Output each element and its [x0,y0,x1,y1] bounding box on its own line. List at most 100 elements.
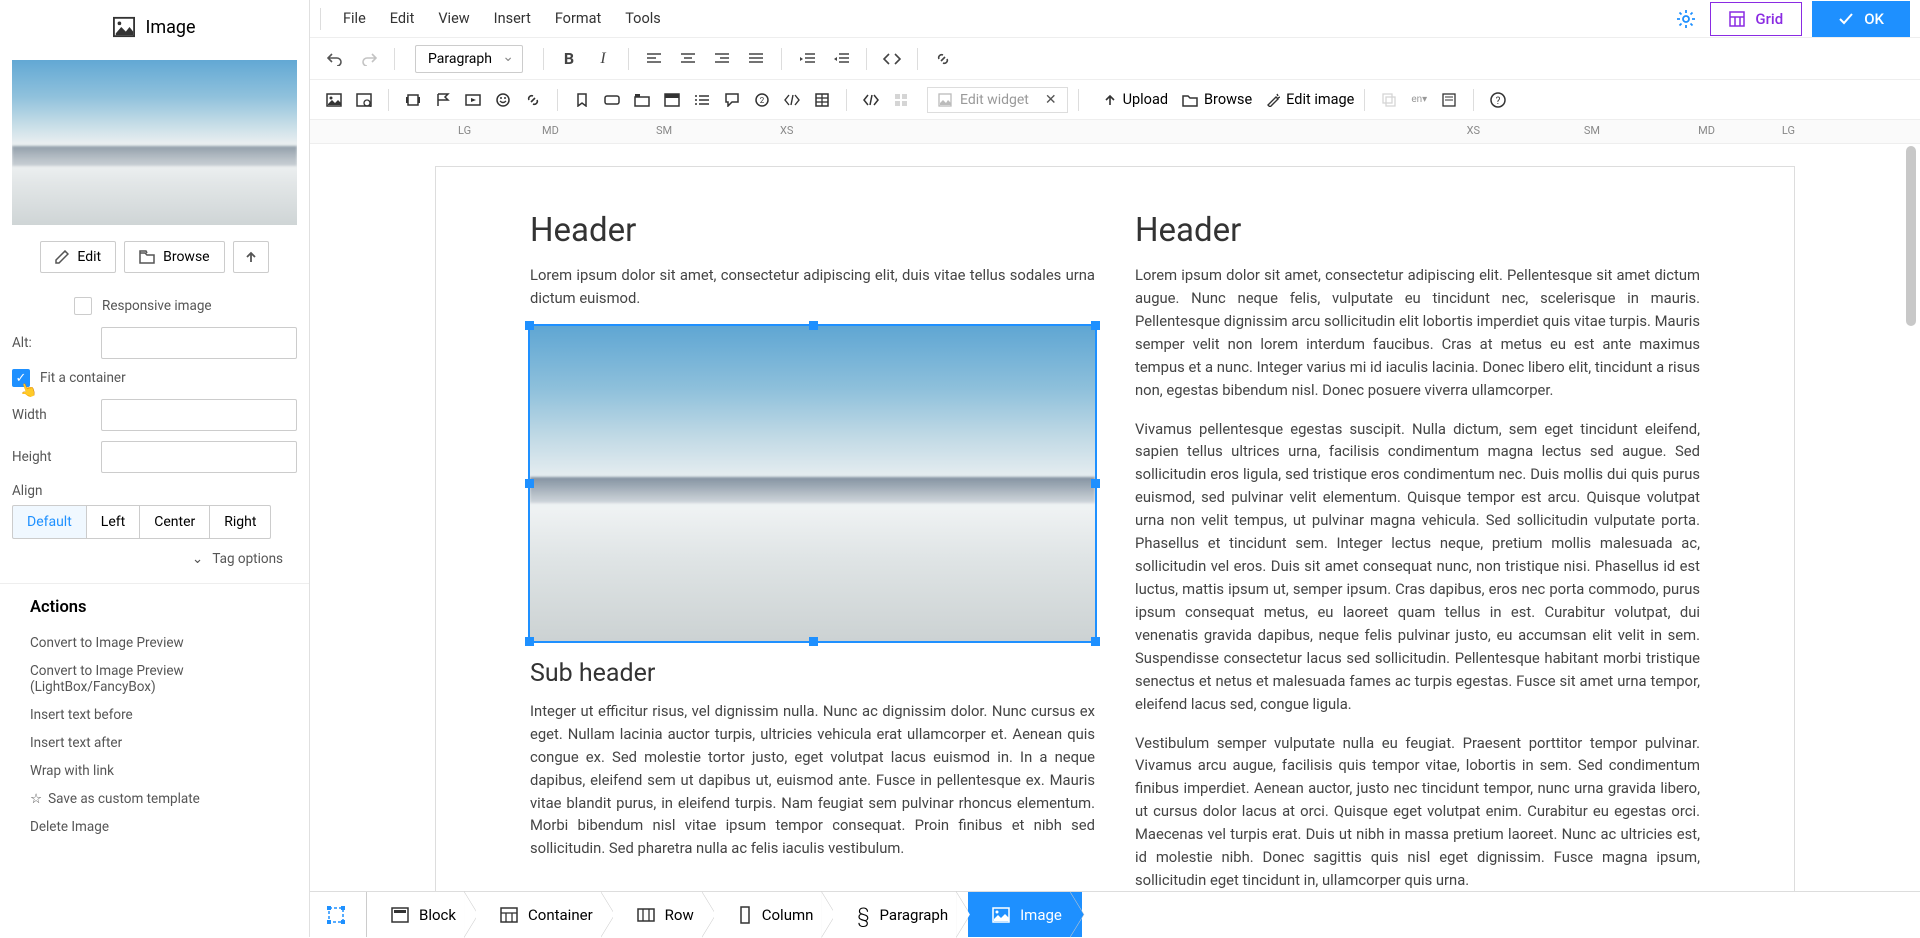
close-icon[interactable]: ✕ [1045,92,1057,108]
breadcrumb-paragraph[interactable]: § Paragraph [833,892,968,937]
breadcrumb-select[interactable] [310,892,366,937]
alt-input[interactable] [101,327,297,359]
header-1[interactable]: Header [530,211,1095,250]
link-button[interactable] [928,44,958,74]
resize-handle-tl[interactable] [525,321,534,330]
breadcrumb-block[interactable]: Block [366,892,476,937]
insert-embed-button[interactable] [778,86,806,114]
resize-handle-bl[interactable] [525,637,534,646]
insert-counter-button[interactable]: 2 [748,86,776,114]
resize-handle-tm[interactable] [809,321,818,330]
insert-icon-button[interactable] [489,86,517,114]
align-center[interactable]: Center [140,505,210,539]
resize-handle-bm[interactable] [809,637,818,646]
ok-button[interactable]: OK [1812,1,1910,37]
browse-button-tb[interactable]: Browse [1182,91,1252,108]
menu-file[interactable]: File [331,4,378,33]
redo-button[interactable] [354,44,384,74]
insert-table-button[interactable] [808,86,836,114]
paragraph-2[interactable]: Integer ut efficitur risus, vel dignissi… [530,700,1095,860]
grid-button[interactable]: Grid [1710,2,1802,36]
action-convert-lightbox[interactable]: Convert to Image Preview (LightBox/Fancy… [30,657,279,701]
insert-html-button[interactable] [857,86,885,114]
insert-flag-button[interactable] [429,86,457,114]
responsive-checkbox[interactable] [74,297,92,315]
pencil-icon [55,250,69,264]
align-justify-button[interactable] [741,44,771,74]
insert-comment-button[interactable] [718,86,746,114]
width-input[interactable] [101,399,297,431]
menu-view[interactable]: View [426,4,481,33]
action-insert-after[interactable]: Insert text after [30,729,279,757]
insert-widget-button[interactable] [887,86,915,114]
language-button[interactable]: en▾ [1405,86,1433,114]
align-left-button[interactable] [639,44,669,74]
fit-container-row[interactable]: ✓ 👆 Fit a container [12,369,297,387]
upload-button[interactable] [233,241,269,273]
insert-slider-button[interactable] [399,86,427,114]
editor-canvas[interactable]: Header Lorem ipsum dolor sit amet, conse… [310,144,1920,891]
breadcrumb-container[interactable]: Container [476,892,613,937]
insert-preview-button[interactable] [350,86,378,114]
paragraph-1[interactable]: Lorem ipsum dolor sit amet, consectetur … [530,264,1095,310]
scrollbar[interactable] [1904,144,1918,891]
undo-button[interactable] [320,44,350,74]
menu-tools[interactable]: Tools [613,4,673,33]
header-2[interactable]: Header [1135,211,1700,250]
gear-icon[interactable] [1672,5,1700,33]
breadcrumb-image[interactable]: Image [968,892,1082,937]
italic-button[interactable]: I [588,44,618,74]
action-insert-before[interactable]: Insert text before [30,701,279,729]
action-delete[interactable]: Delete Image [30,813,279,841]
align-left[interactable]: Left [87,505,140,539]
indent-button[interactable] [826,44,856,74]
insert-list-button[interactable] [688,86,716,114]
resize-handle-mr[interactable] [1091,479,1100,488]
note-button[interactable] [1435,86,1463,114]
responsive-checkbox-row[interactable]: Responsive image [12,297,297,315]
image-small-icon [938,93,952,107]
paragraph-r1[interactable]: Lorem ipsum dolor sit amet, consectetur … [1135,264,1700,402]
copy-button[interactable] [1375,86,1403,114]
action-save-template[interactable]: ☆Save as custom template [30,785,279,813]
outdent-button[interactable] [792,44,822,74]
action-convert-preview[interactable]: Convert to Image Preview [30,629,279,657]
height-input[interactable] [101,441,297,473]
align-right-button[interactable] [707,44,737,74]
breadcrumb-column[interactable]: Column [714,892,834,937]
resize-handle-br[interactable] [1091,637,1100,646]
insert-bookmark-button[interactable] [568,86,596,114]
align-center-button[interactable] [673,44,703,74]
page: Header Lorem ipsum dolor sit amet, conse… [435,166,1795,891]
paragraph-style-select[interactable]: Paragraph [415,45,523,73]
menu-edit[interactable]: Edit [378,4,427,33]
insert-image-button[interactable] [320,86,348,114]
browse-button[interactable]: Browse [124,241,224,273]
svg-text:2: 2 [760,96,765,105]
bold-button[interactable]: B [554,44,584,74]
insert-tabs-button[interactable] [628,86,656,114]
action-wrap-link[interactable]: Wrap with link [30,757,279,785]
code-button[interactable] [877,44,907,74]
insert-card-button[interactable] [658,86,686,114]
paragraph-r3[interactable]: Vestibulum semper vulputate nulla eu feu… [1135,732,1700,891]
edit-image-button-tb[interactable]: Edit image [1266,91,1354,108]
menu-format[interactable]: Format [543,4,613,33]
breadcrumb-row[interactable]: Row [613,892,714,937]
insert-button-button[interactable] [598,86,626,114]
paragraph-r2[interactable]: Vivamus pellentesque egestas suscipit. N… [1135,418,1700,716]
menu-insert[interactable]: Insert [482,4,543,33]
subheader-1[interactable]: Sub header [530,659,1095,688]
insert-link-button[interactable] [519,86,547,114]
align-default[interactable]: Default [12,505,87,539]
insert-video-button[interactable] [459,86,487,114]
resize-handle-ml[interactable] [525,479,534,488]
edit-button[interactable]: Edit [40,241,116,273]
tag-options-toggle[interactable]: ⌄ Tag options [12,539,297,579]
upload-button-tb[interactable]: Upload [1103,91,1168,108]
help-button[interactable]: ? [1484,86,1512,114]
scrollbar-thumb[interactable] [1906,146,1916,326]
selected-image[interactable] [530,326,1095,641]
align-right[interactable]: Right [210,505,271,539]
resize-handle-tr[interactable] [1091,321,1100,330]
